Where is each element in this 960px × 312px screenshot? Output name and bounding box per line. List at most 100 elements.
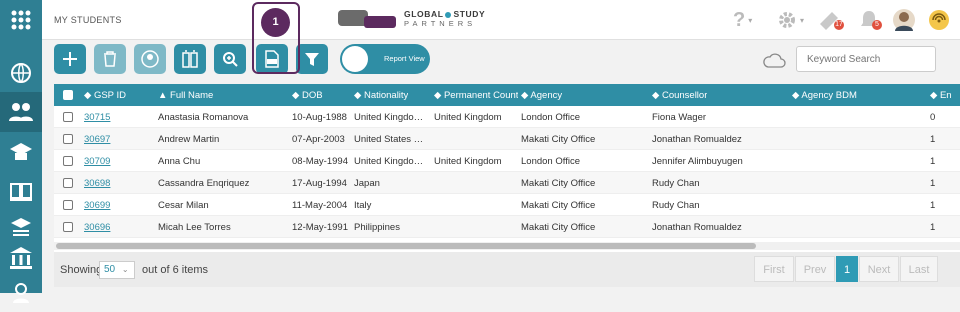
sidebar-item-global-icon[interactable] (0, 52, 42, 92)
cell-dob: 11-May-2004 (292, 200, 348, 211)
chevron-down-icon: ▾ (748, 15, 753, 25)
wifi-help-button[interactable] (928, 8, 950, 32)
sidebar (0, 0, 42, 303)
help-menu[interactable]: ? ▾ (733, 8, 752, 32)
cell-agency: London Office (521, 112, 580, 123)
column-header-agency[interactable]: ◆ Agency (521, 90, 562, 101)
pager-prev-button[interactable]: Prev (795, 256, 835, 282)
table-row[interactable]: 30699 Cesar Milan 11-May-2004 Italy Makati C… (54, 194, 960, 216)
toggle-knob (342, 46, 368, 72)
sidebar-item-graduation-icon[interactable] (0, 132, 42, 172)
row-checkbox[interactable] (63, 134, 73, 144)
cell-nationality: United Kingdo… (354, 112, 424, 123)
cloud-sync-button[interactable] (762, 52, 786, 73)
pager-last-button[interactable]: Last (900, 256, 938, 282)
signal-icon (929, 10, 949, 30)
cell-full-name: Micah Lee Torres (158, 222, 231, 233)
sidebar-item-students-icon[interactable] (0, 92, 42, 132)
plus-icon (63, 52, 77, 66)
cell-dob: 08-May-1994 (292, 156, 348, 167)
cell-dob: 12-May-1991 (292, 222, 348, 233)
select-all-checkbox[interactable] (63, 90, 73, 100)
cell-gsp-id[interactable]: 30698 (84, 178, 144, 189)
report-view-label: Report View (384, 54, 425, 63)
assign-button[interactable] (134, 44, 166, 74)
cell-full-name: Anna Chu (158, 156, 201, 167)
cell-enrolments: 1 (930, 134, 936, 145)
cell-permanent-country: United Kingdom (434, 156, 502, 167)
filter-button[interactable] (296, 44, 328, 74)
column-header-enrolments[interactable]: ◆ En (930, 90, 952, 101)
help-icon: ? (733, 8, 746, 31)
logo-word-partners: PARTNERS (404, 19, 477, 28)
page-size-value: 50 (104, 264, 116, 275)
row-checkbox[interactable] (63, 222, 73, 232)
page-size-select[interactable]: 50 ⌄ (99, 261, 135, 279)
column-header-counsellor[interactable]: ◆ Counsellor (652, 90, 707, 101)
cell-nationality: Japan (354, 178, 380, 189)
column-header-full-name[interactable]: ▲ Full Name (158, 90, 213, 101)
row-checkbox[interactable] (63, 178, 73, 188)
cell-full-name: Andrew Martin (158, 134, 220, 145)
cell-full-name: Cassandra Enqriquez (158, 178, 250, 189)
horizontal-scrollbar[interactable] (54, 242, 960, 250)
column-header-dob[interactable]: ◆ DOB (292, 90, 323, 101)
columns-icon (182, 50, 198, 68)
table-row[interactable]: 30709 Anna Chu 08-May-1994 United Kingdo… Un… (54, 150, 960, 172)
table-row[interactable]: 30698 Cassandra Enqriquez 17-Aug-1994 Japan… (54, 172, 960, 194)
students-table: ◆ GSP ID ▲ Full Name ◆ DOB ◆ Nationality… (54, 84, 960, 287)
cell-gsp-id[interactable]: 30709 (84, 156, 144, 167)
cell-gsp-id[interactable]: 30715 (84, 112, 144, 123)
row-checkbox[interactable] (63, 156, 73, 166)
avatar-icon (893, 9, 915, 31)
pager-next-button[interactable]: Next (859, 256, 899, 282)
apps-grid-icon[interactable] (0, 0, 42, 40)
cell-gsp-id[interactable]: 30696 (84, 222, 144, 233)
filter-icon (305, 53, 319, 66)
pager-page-1[interactable]: 1 (836, 256, 858, 282)
column-header-agency-bdm[interactable]: ◆ Agency BDM (792, 90, 857, 101)
cell-dob: 10-Aug-1988 (292, 112, 347, 123)
cell-gsp-id[interactable]: 30699 (84, 200, 144, 211)
row-checkbox[interactable] (63, 200, 73, 210)
search-records-button[interactable] (214, 44, 246, 74)
scrollbar-thumb[interactable] (56, 243, 756, 249)
showing-label: Showing (60, 264, 103, 276)
cell-enrolments: 1 (930, 156, 936, 167)
cell-dob: 07-Apr-2003 (292, 134, 345, 145)
columns-button[interactable] (174, 44, 206, 74)
add-button[interactable] (54, 44, 86, 74)
table-row[interactable]: 30696 Micah Lee Torres 12-May-1991 Philippi… (54, 216, 960, 238)
table-row[interactable]: 30697 Andrew Martin 07-Apr-2003 United Stat… (54, 128, 960, 150)
user-avatar[interactable] (893, 8, 915, 32)
cell-dob: 17-Aug-1994 (292, 178, 347, 189)
items-count-label: out of 6 items (142, 264, 209, 276)
cell-enrolments: 1 (930, 178, 936, 189)
pager-first-button[interactable]: First (754, 256, 794, 282)
row-checkbox[interactable] (63, 112, 73, 122)
cell-counsellor: Fiona Wager (652, 112, 707, 123)
user-circle-icon (141, 50, 159, 68)
cell-enrolments: 1 (930, 222, 936, 233)
delete-button[interactable] (94, 44, 126, 74)
cell-gsp-id[interactable]: 30697 (84, 134, 144, 145)
report-view-toggle[interactable]: Report View (340, 44, 430, 74)
settings-menu[interactable]: ▾ (777, 8, 804, 32)
cell-enrolments: 0 (930, 112, 936, 123)
notifications-button[interactable]: 5 (860, 8, 882, 32)
cell-counsellor: Rudy Chan (652, 200, 700, 211)
column-header-permanent-country[interactable]: ◆ Permanent Count (434, 90, 518, 101)
chevron-down-icon: ▾ (800, 15, 805, 25)
magnifier-icon (223, 52, 238, 67)
column-header-gsp-id[interactable]: ◆ GSP ID (84, 90, 126, 101)
keyword-search-input[interactable] (796, 46, 936, 72)
cell-nationality: Philippines (354, 222, 400, 233)
chevron-down-icon: ⌄ (121, 265, 129, 274)
sidebar-item-agents-icon[interactable] (0, 272, 42, 312)
cell-full-name: Cesar Milan (158, 200, 209, 211)
cell-full-name: Anastasia Romanova (158, 112, 249, 123)
table-row[interactable]: 30715 Anastasia Romanova 10-Aug-1988 United… (54, 106, 960, 128)
alerts-button[interactable]: 17 (818, 8, 844, 32)
sidebar-item-courses-icon[interactable] (0, 172, 42, 212)
column-header-nationality[interactable]: ◆ Nationality (354, 90, 408, 101)
